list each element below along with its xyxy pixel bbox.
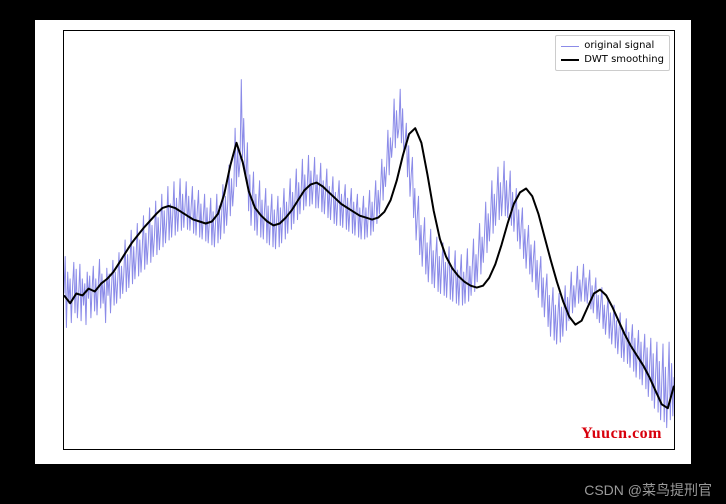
figure: original signal DWT smoothing Yuucn.com	[35, 20, 691, 464]
watermark-csdn: CSDN @菜鸟提刑官	[584, 480, 712, 500]
watermark-yuucn: Yuucn.com	[581, 425, 662, 443]
line-chart-svg	[64, 31, 674, 449]
plot-area: original signal DWT smoothing Yuucn.com	[63, 30, 675, 450]
legend-label-smoothed: DWT smoothing	[584, 53, 664, 67]
series-original-signal	[64, 80, 674, 428]
legend: original signal DWT smoothing	[555, 35, 670, 71]
legend-item-original: original signal	[561, 39, 664, 53]
legend-swatch-original	[561, 46, 579, 47]
legend-item-smoothed: DWT smoothing	[561, 53, 664, 67]
legend-label-original: original signal	[584, 39, 654, 53]
legend-swatch-smoothed	[561, 59, 579, 61]
series-DWT-smoothing	[64, 128, 674, 408]
